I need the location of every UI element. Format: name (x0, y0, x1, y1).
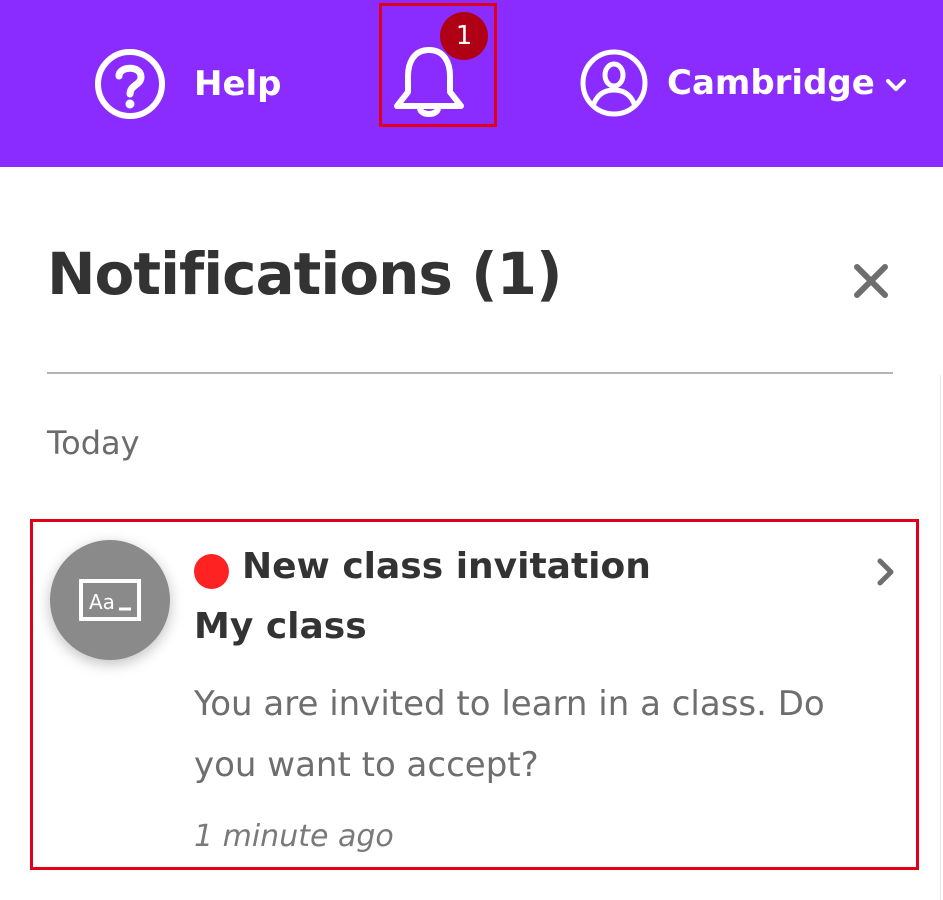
chevron-right-icon (877, 558, 894, 586)
notifications-bell-button[interactable]: 1 (379, 3, 497, 127)
unread-dot (194, 554, 229, 589)
group-label-today: Today (47, 424, 140, 462)
close-button[interactable] (853, 263, 889, 303)
user-circle-icon (580, 49, 648, 117)
scrollbar-track[interactable] (940, 375, 941, 900)
svg-text:Aa: Aa (89, 590, 115, 614)
notification-class-name: My class (194, 606, 367, 647)
close-icon (854, 264, 888, 298)
notification-message: You are invited to learn in a class. Do … (194, 684, 825, 785)
panel-title: Notifications (1) (47, 240, 562, 308)
chevron-down-icon (885, 79, 906, 91)
notification-count-badge: 1 (440, 12, 488, 60)
help-label: Help (194, 64, 282, 104)
top-bar: Help 1 Cambridge (0, 0, 943, 167)
account-menu-button[interactable]: Cambridge (579, 48, 907, 118)
help-circle-icon (95, 49, 165, 119)
notification-item[interactable]: Aa New class invitation My class You are… (30, 519, 919, 870)
text-class-icon: Aa (79, 579, 141, 621)
notification-avatar: Aa (50, 540, 170, 660)
notification-title: New class invitation (242, 546, 651, 587)
divider (47, 372, 893, 374)
help-button[interactable]: Help (94, 49, 282, 119)
notification-time: 1 minute ago (194, 819, 394, 854)
account-label: Cambridge (667, 63, 875, 103)
